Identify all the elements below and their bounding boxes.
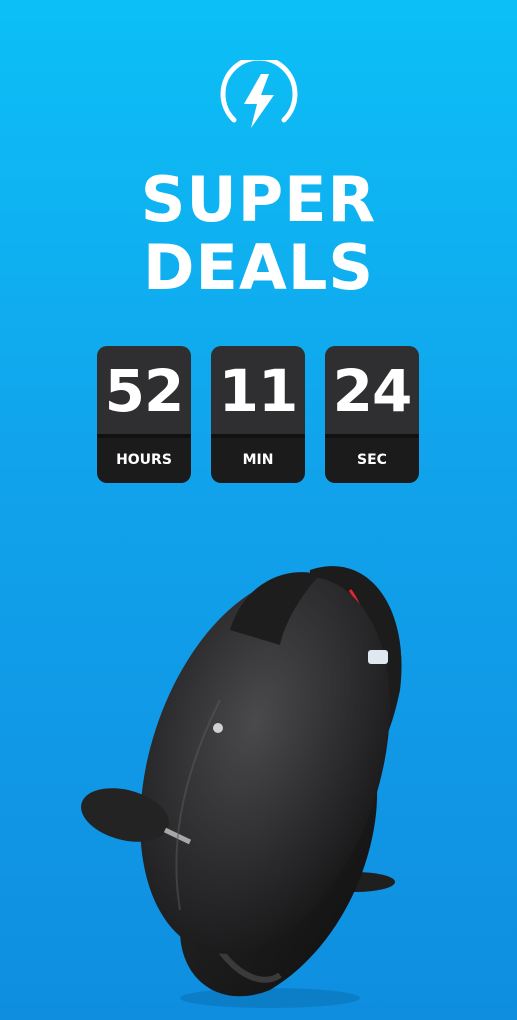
minutes-value: 11 <box>211 346 305 436</box>
promo-title-line1: SUPER <box>140 163 377 236</box>
hours-label: HOURS <box>97 438 191 483</box>
countdown-hours: 52 HOURS <box>97 346 191 483</box>
hours-value: 52 <box>97 346 191 436</box>
promo-title-line2: DEALS <box>143 231 374 304</box>
minutes-label: MIN <box>211 438 305 483</box>
electric-unicycle-image <box>81 566 402 1008</box>
seconds-value: 24 <box>325 346 419 436</box>
lightning-power-icon <box>220 60 298 128</box>
countdown-minutes: 11 MIN <box>211 346 305 483</box>
seconds-label: SEC <box>325 438 419 483</box>
countdown-seconds: 24 SEC <box>325 346 419 483</box>
